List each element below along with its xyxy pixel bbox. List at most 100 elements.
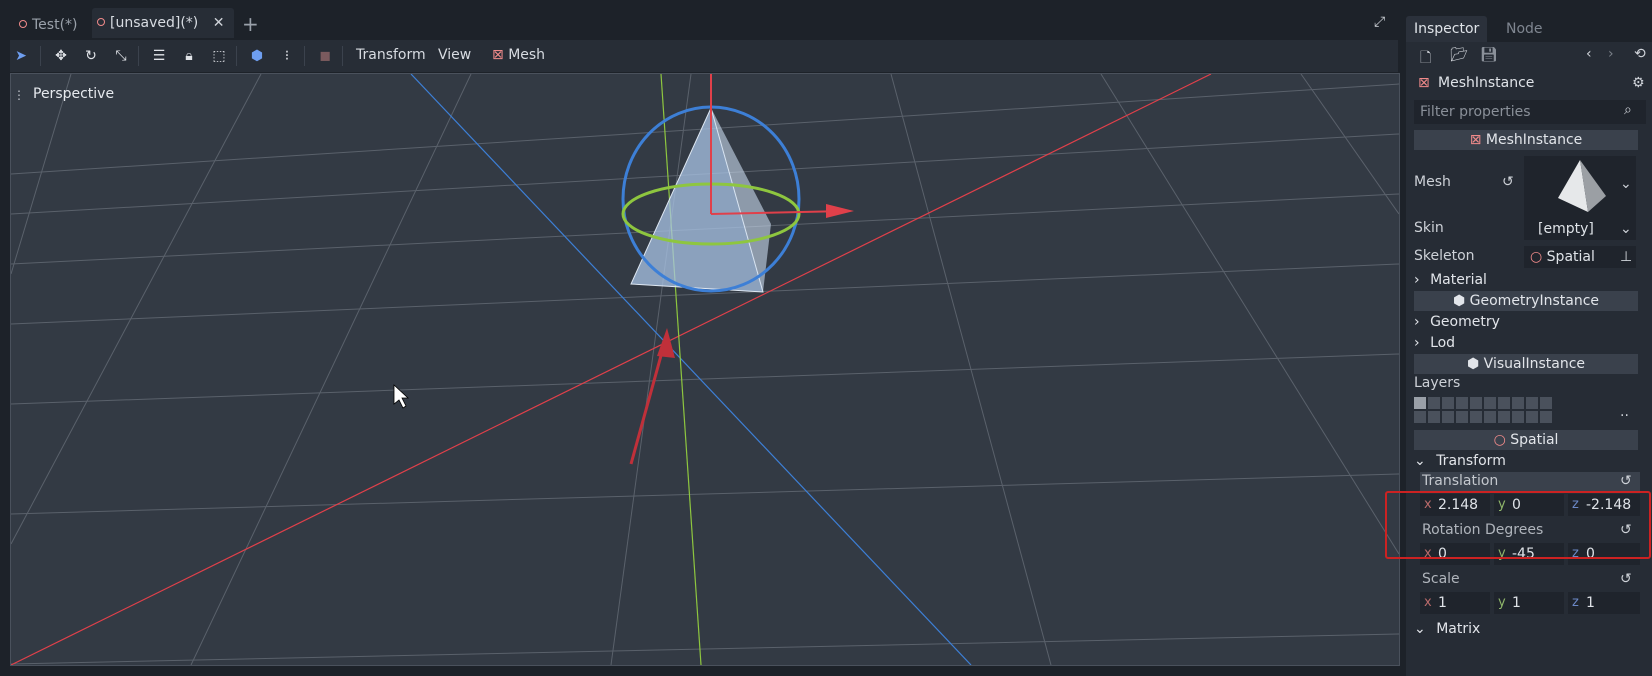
layer-cell[interactable] — [1512, 397, 1524, 409]
layer-cell[interactable] — [1442, 397, 1454, 409]
add-tab-icon[interactable]: + — [242, 12, 259, 36]
history-icon[interactable]: ⟲ — [1634, 46, 1646, 62]
3d-viewport[interactable]: ⋮ Perspective — [10, 73, 1400, 666]
filter-properties-input[interactable]: Filter properties — [1414, 100, 1646, 124]
layer-cell[interactable] — [1428, 411, 1440, 423]
layer-cell[interactable] — [1526, 411, 1538, 423]
skin-field[interactable]: [empty] ⌄ — [1524, 218, 1636, 240]
save-icon[interactable]: 💾︎ — [1480, 47, 1498, 63]
tab-test-label: Test(*) — [32, 17, 78, 33]
chevron-down-icon[interactable]: ⌄ — [1620, 176, 1632, 192]
select-tool-icon[interactable]: ➤ — [10, 46, 32, 66]
revert-icon[interactable]: ↺ — [1502, 174, 1514, 190]
chevron-right-icon: › — [1414, 272, 1420, 288]
section-visualinstance[interactable]: ⬢ VisualInstance — [1414, 354, 1638, 374]
section-meshinstance[interactable]: ⊠ MeshInstance — [1414, 130, 1638, 150]
lod-label: Lod — [1430, 335, 1456, 351]
layer-cell[interactable] — [1456, 411, 1468, 423]
viewport-scene — [11, 74, 1399, 665]
layer-cell[interactable] — [1526, 397, 1538, 409]
layer-cell[interactable] — [1484, 397, 1496, 409]
layer-cell[interactable] — [1414, 411, 1426, 423]
group-icon[interactable]: ⬚ — [208, 46, 230, 66]
tab-node[interactable]: Node — [1498, 16, 1551, 42]
tab-test[interactable]: Test(*) — [14, 10, 88, 40]
chevron-down-icon[interactable]: ⌄ — [1620, 218, 1632, 240]
separator — [304, 46, 305, 66]
scale-x-field[interactable]: x 1 — [1420, 592, 1490, 614]
mesh-thumbnail — [1558, 160, 1606, 212]
scene-tab-bar: Test(*) [unsaved](*) ✕ — [0, 0, 1398, 38]
layer-cell[interactable] — [1470, 397, 1482, 409]
camera-icon[interactable]: ◼ — [314, 46, 336, 66]
material-group[interactable]: › Material — [1414, 270, 1638, 290]
skeleton-field[interactable]: ○ Spatial ⊥ — [1524, 246, 1636, 268]
perspective-menu[interactable]: Perspective — [33, 86, 114, 102]
section-spatial-label: Spatial — [1510, 432, 1559, 448]
layer-cell[interactable] — [1442, 411, 1454, 423]
scale-y-field[interactable]: y 1 — [1494, 592, 1564, 614]
layer-cell[interactable] — [1484, 411, 1496, 423]
matrix-group[interactable]: ⌄ Matrix — [1414, 619, 1638, 639]
move-gizmo-x-arrow[interactable] — [826, 204, 854, 218]
layer-cell[interactable] — [1498, 397, 1510, 409]
material-label: Material — [1430, 272, 1487, 288]
object-properties-icon[interactable]: ⚙ — [1632, 75, 1645, 91]
search-icon: ⌕ — [1624, 102, 1632, 118]
layers-grid[interactable] — [1414, 397, 1564, 425]
section-geometryinstance-label: GeometryInstance — [1469, 293, 1600, 309]
mesh-preview[interactable]: ⌄ — [1524, 156, 1636, 218]
scale-z-value: 1 — [1586, 595, 1595, 611]
layer-cell[interactable] — [1540, 411, 1552, 423]
scale-header: Scale ↺ — [1420, 570, 1640, 590]
layer-cell[interactable] — [1428, 397, 1440, 409]
list-select-icon[interactable]: ☰ — [148, 46, 170, 66]
local-space-icon[interactable]: ⬢ — [246, 46, 268, 66]
scale-z-field[interactable]: z 1 — [1568, 592, 1640, 614]
chevron-down-icon: ⌄ — [1414, 453, 1426, 469]
view-menu[interactable]: View — [438, 47, 471, 63]
mesh-icon: ⊠ — [492, 47, 504, 63]
history-forward-icon[interactable]: › — [1608, 46, 1614, 62]
layer-cell[interactable] — [1540, 397, 1552, 409]
layer-cell[interactable] — [1512, 411, 1524, 423]
dock-tabs: Inspector Node — [1406, 8, 1652, 42]
snap-icon[interactable]: ⁝ — [276, 46, 298, 66]
layer-cell[interactable] — [1414, 397, 1426, 409]
geometry-instance-icon: ⬢ — [1452, 293, 1466, 309]
scale-y-value: 1 — [1512, 595, 1521, 611]
separator — [138, 46, 139, 66]
lod-group[interactable]: › Lod — [1414, 333, 1638, 353]
transform-menu[interactable]: Transform — [356, 47, 426, 63]
fullscreen-icon[interactable]: ⤢ — [1374, 14, 1385, 30]
mesh-menu[interactable]: ⊠ Mesh — [492, 47, 545, 63]
layer-cell[interactable] — [1498, 411, 1510, 423]
scale-tool-icon[interactable]: ⤡ — [110, 46, 132, 66]
close-icon[interactable]: ✕ — [213, 15, 225, 31]
layer-cell[interactable] — [1470, 411, 1482, 423]
tab-inspector[interactable]: Inspector — [1406, 16, 1488, 42]
layer-cell[interactable] — [1456, 397, 1468, 409]
section-meshinstance-label: MeshInstance — [1485, 132, 1583, 148]
skeleton-value: Spatial — [1546, 249, 1595, 265]
section-spatial[interactable]: ○ Spatial — [1414, 430, 1638, 450]
geometry-group[interactable]: › Geometry — [1414, 312, 1638, 332]
move-tool-icon[interactable]: ✥ — [50, 46, 72, 66]
red-arrow-head — [657, 328, 675, 358]
history-back-icon[interactable]: ‹ — [1586, 46, 1592, 62]
lock-icon[interactable]: 🔒︎ — [178, 46, 200, 66]
new-resource-icon[interactable]: 🗋︎ — [1420, 47, 1431, 71]
chevron-right-icon: › — [1414, 314, 1420, 330]
spatial-node-icon: ○ — [1530, 249, 1543, 265]
revert-icon[interactable]: ↺ — [1620, 473, 1632, 489]
separator — [236, 46, 237, 66]
revert-icon[interactable]: ↺ — [1620, 571, 1632, 587]
transform-group[interactable]: ⌄ Transform — [1414, 451, 1638, 471]
section-geometryinstance[interactable]: ⬢ GeometryInstance — [1414, 291, 1638, 311]
open-folder-icon[interactable]: 📂︎ — [1450, 47, 1468, 63]
layers-more-button[interactable]: .. — [1620, 404, 1629, 420]
rotate-tool-icon[interactable]: ↻ — [80, 46, 102, 66]
clear-icon[interactable]: ⊥ — [1620, 246, 1632, 268]
drag-handle-icon[interactable]: ⋮ — [13, 88, 25, 102]
tab-unsaved[interactable]: [unsaved](*) ✕ — [92, 8, 235, 38]
